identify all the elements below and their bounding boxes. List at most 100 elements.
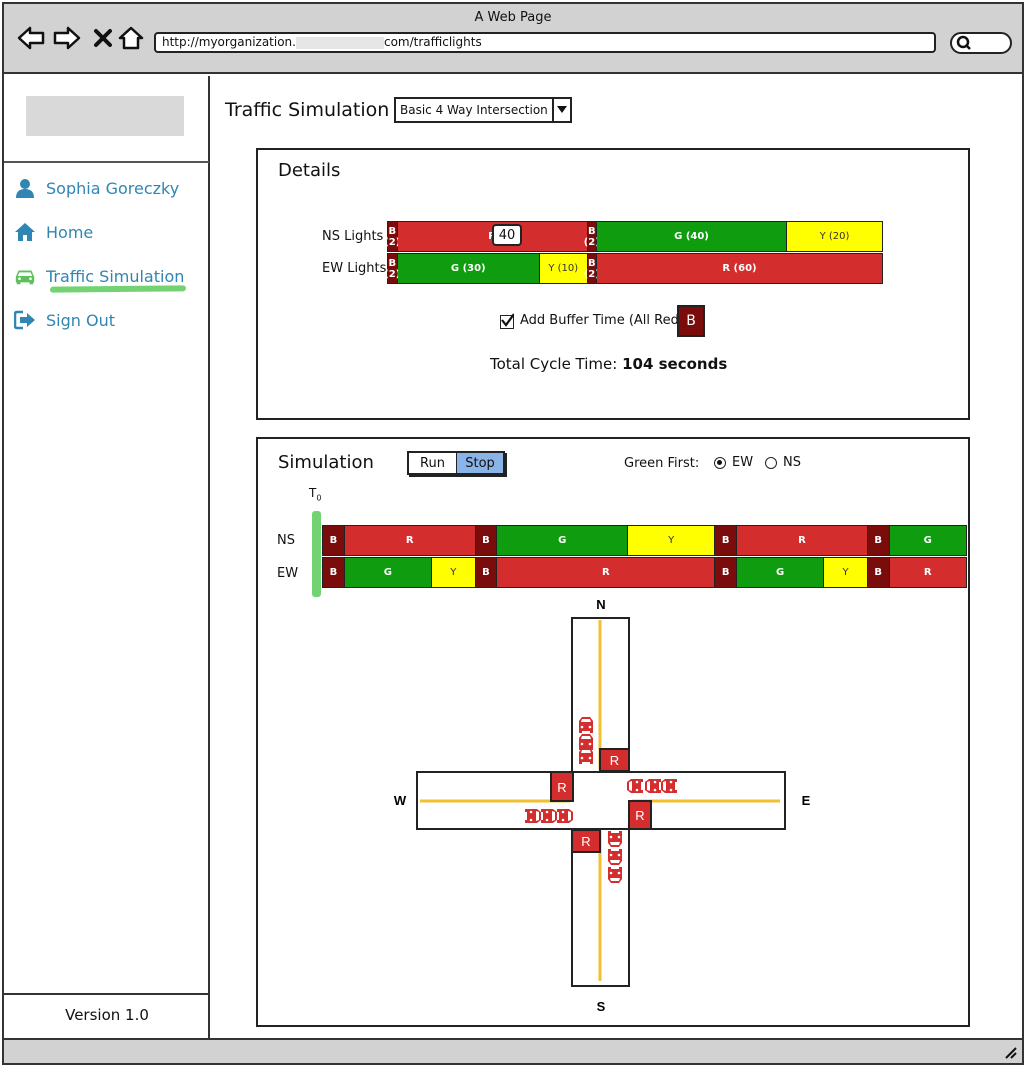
buffer-time-checkbox[interactable]: [500, 313, 514, 329]
version-label: Version 1.0: [65, 1006, 149, 1024]
time-cursor[interactable]: [312, 511, 321, 597]
segment-r[interactable]: R: [889, 558, 966, 587]
sim-ns-label: NS: [277, 533, 295, 548]
home-icon: [15, 223, 35, 241]
segment-r[interactable]: R: [497, 558, 716, 587]
sidebar-item-sign-out[interactable]: Sign Out: [14, 307, 115, 333]
radio-ew[interactable]: [714, 457, 726, 469]
segment-b[interactable]: B: [715, 526, 738, 555]
forward-icon[interactable]: [52, 24, 82, 52]
home-nav-icon[interactable]: [116, 24, 146, 52]
segment-b[interactable]: B: [323, 558, 345, 587]
time-zero-label: T0: [309, 486, 321, 502]
url-redaction: [295, 36, 384, 49]
segment-b[interactable]: B (2): [384, 222, 400, 251]
scenario-select[interactable]: Basic 4 Way Intersection: [394, 97, 572, 123]
sim-ns-timeline: BRBGYBRBG: [322, 525, 967, 556]
segment-b[interactable]: B: [323, 526, 345, 555]
car-icon: [661, 779, 677, 793]
segment-b[interactable]: B (2): [584, 222, 600, 251]
car-icon: [608, 849, 622, 865]
radio-ew-label: EW: [732, 455, 754, 470]
car-icon: [608, 831, 622, 847]
north-label: N: [596, 597, 605, 612]
stop-button[interactable]: Stop: [457, 453, 503, 473]
sidebar-item-label: Traffic Simulation: [46, 266, 185, 286]
segment-g[interactable]: G: [344, 558, 432, 587]
back-icon[interactable]: [16, 24, 46, 52]
red-duration-input[interactable]: 40: [492, 224, 522, 246]
segment-y[interactable]: Y: [628, 526, 716, 555]
simulation-title: Simulation: [278, 452, 374, 473]
intersection-diagram: R R R R N S W E: [394, 597, 811, 1014]
sidebar-item-label: Sophia Goreczky: [46, 178, 180, 198]
car-icon: [579, 734, 593, 750]
north-light-label: R: [610, 753, 619, 768]
segment-b[interactable]: B (2): [384, 254, 400, 283]
buffer-color-swatch[interactable]: B: [677, 305, 705, 337]
address-bar[interactable]: http://myorganization. com/trafficlights: [154, 32, 936, 53]
south-light-label: R: [581, 834, 590, 849]
chevron-down-icon[interactable]: [552, 99, 570, 121]
segment-r[interactable]: R: [737, 526, 868, 555]
page-title: Traffic Simulation: [225, 99, 390, 121]
scenario-select-value: Basic 4 Way Intersection: [400, 103, 548, 117]
sign-out-icon: [14, 310, 35, 330]
car-icon: [627, 779, 643, 793]
sidebar-item-home[interactable]: Home: [14, 219, 93, 245]
radio-ns[interactable]: [765, 457, 777, 469]
segment-y[interactable]: Y (20): [787, 222, 882, 251]
segment-b[interactable]: B (2): [584, 254, 600, 283]
total-cycle-value: 104 seconds: [622, 355, 728, 373]
segment-y[interactable]: Y: [824, 558, 868, 587]
checkmark-icon: [501, 313, 514, 327]
sim-ew-timeline: BGYBRBGYBR: [322, 557, 967, 588]
segment-g[interactable]: G: [889, 526, 966, 555]
buffer-time-label: Add Buffer Time (All Red): [520, 313, 684, 328]
segment-r[interactable]: R: [344, 526, 476, 555]
browser-search-box[interactable]: [950, 32, 1012, 54]
segment-b[interactable]: B: [475, 558, 498, 587]
segment-g[interactable]: G: [737, 558, 825, 587]
south-label: S: [597, 999, 606, 1014]
url-text-suffix: com/trafficlights: [383, 35, 482, 49]
segment-r[interactable]: R (60): [597, 254, 882, 283]
car-icon: [15, 270, 35, 285]
search-icon: [956, 35, 971, 50]
ns-lights-timing-bar: B (2)RB (2)G (40)Y (20): [384, 221, 883, 252]
segment-g[interactable]: G (30): [397, 254, 540, 283]
west-traffic-light: R: [550, 771, 574, 802]
car-icon: [525, 809, 541, 823]
segment-b[interactable]: B: [867, 558, 890, 587]
east-label: E: [802, 793, 811, 808]
details-title: Details: [278, 160, 341, 181]
east-light-label: R: [635, 808, 644, 823]
car-icon: [645, 779, 661, 793]
run-stop-button-group: Run Stop: [407, 451, 505, 475]
south-traffic-light: R: [571, 829, 601, 853]
segment-y[interactable]: Y (10): [540, 254, 588, 283]
car-icon: [608, 867, 622, 883]
time-zero-subscript: 0: [316, 493, 322, 503]
segment-b[interactable]: B: [715, 558, 738, 587]
sidebar-item-label: Home: [46, 222, 94, 242]
total-cycle-time: Total Cycle Time: 104 seconds: [490, 355, 727, 373]
segment-g[interactable]: G (40): [597, 222, 787, 251]
run-button[interactable]: Run: [409, 453, 457, 473]
window-title: A Web Page: [474, 10, 552, 25]
radio-selected-dot: [717, 460, 722, 465]
segment-g[interactable]: G: [497, 526, 629, 555]
sidebar-divider: [4, 993, 209, 995]
segment-b[interactable]: B: [867, 526, 890, 555]
sidebar-item-user[interactable]: Sophia Goreczky: [14, 175, 179, 201]
car-icon: [557, 809, 573, 823]
sidebar-item-label: Sign Out: [46, 310, 115, 330]
car-icon: [541, 809, 557, 823]
resize-grip-icon[interactable]: [1002, 1044, 1018, 1060]
stop-icon[interactable]: [88, 24, 118, 52]
north-traffic-light: R: [599, 748, 630, 772]
segment-y[interactable]: Y: [431, 558, 476, 587]
segment-b[interactable]: B: [475, 526, 498, 555]
east-traffic-light: R: [628, 800, 652, 830]
intersection-center: [573, 773, 628, 828]
